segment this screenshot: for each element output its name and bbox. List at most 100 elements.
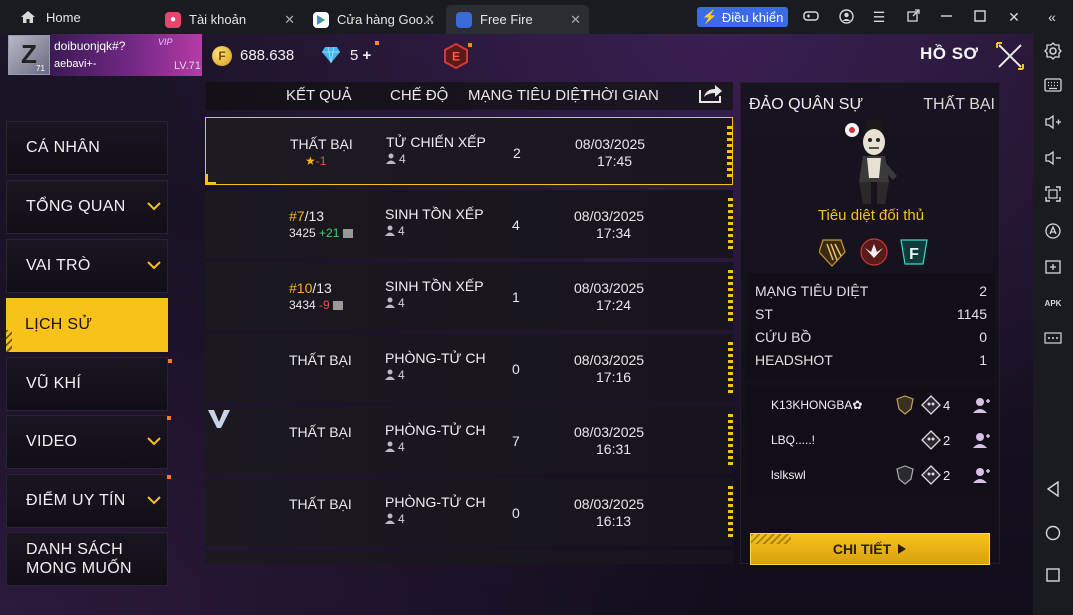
player-clan: aebavi+- [54, 58, 97, 70]
stat-value: 0 [979, 329, 987, 345]
match-row[interactable]: THẤT BẠI PHÒNG-TỬ CHIẾN 4 7 08/03/2025 1… [205, 406, 733, 474]
menu-item-history[interactable]: LỊCH SỬ [6, 298, 172, 363]
keyboard-icon[interactable] [1043, 78, 1063, 98]
details-button[interactable]: CHI TIẾT [750, 533, 990, 565]
match-row[interactable]: THẤT BẠI PHÒNG-TỬ CHIẾN 4 0 08/03/2025 1… [205, 334, 733, 402]
teammate-row[interactable]: LBQ.....! 2 [771, 430, 991, 452]
match-result: THẤT BẠI [290, 136, 353, 152]
add-friend-icon[interactable] [971, 395, 991, 415]
add-friend-icon[interactable] [971, 430, 991, 450]
player-count: 4 [385, 440, 405, 454]
tab-play-store[interactable]: Cửa hàng Goo... ✕ [303, 5, 443, 34]
match-row[interactable]: THẤT BẠI PHÒNG-TỬ CHIẾN 4 0 08/03/2025 1… [205, 478, 733, 546]
tab-free-fire[interactable]: Free Fire ✕ [446, 5, 589, 34]
match-row-partial[interactable] [205, 550, 733, 564]
match-row[interactable]: #7/13 3425 +21 SINH TỒN XẾP HẠ 4 4 08/03… [205, 190, 733, 258]
teammate-row[interactable]: K13KHONGBA✿ 4 [771, 395, 991, 417]
add-friend-icon[interactable] [971, 465, 991, 485]
person-icon [385, 297, 395, 308]
minimize-icon[interactable] [938, 9, 954, 25]
share-icon[interactable] [698, 82, 724, 104]
star-delta: -1 [315, 154, 327, 168]
menu-item-wishlist[interactable]: DANH SÁCH MONG MUỐN [6, 532, 168, 586]
menu-item-overview[interactable]: TỔNG QUAN [6, 180, 168, 234]
add-window-icon[interactable] [1043, 258, 1063, 278]
skull-kill-icon [921, 430, 941, 450]
collapse-sidebar-icon[interactable]: « [1044, 9, 1060, 25]
match-placement: #7/13 [289, 208, 324, 224]
stat-value: 1145 [956, 306, 987, 322]
close-tab-icon[interactable]: ✕ [424, 12, 435, 28]
volume-down-icon[interactable] [1043, 150, 1063, 170]
teammate-row[interactable]: lslkswl 2 [771, 465, 991, 487]
badge-teal-f-icon: F [900, 239, 928, 265]
stat-label: HEADSHOT [755, 352, 833, 368]
gamepad-icon[interactable] [803, 9, 819, 25]
account-app-icon: ● [165, 11, 181, 28]
kill-count: 4 [512, 217, 520, 233]
button-hatch [751, 534, 791, 544]
points-detail-icon[interactable] [342, 229, 353, 238]
emulator-tab-bar: Home ● Tài khoản ✕ Cửa hàng Goo... ✕ Fre… [0, 0, 1073, 34]
menu-item-label-line2: MONG MUỐN [26, 560, 132, 577]
match-time: 17:45 [597, 153, 633, 169]
player-namecard[interactable]: doibuonjqk#? aebavi+- VIP LV.71 [50, 34, 202, 76]
player-count-value: 4 [398, 296, 405, 310]
back-icon[interactable] [1043, 480, 1063, 501]
rank-badge-icon [896, 395, 914, 415]
match-row[interactable]: THẤT BẠI ★-1 TỬ CHIẾN XẾP HẠ 4 2 08/03/2… [205, 117, 733, 185]
player-name: doibuonjqk#? [54, 39, 126, 53]
volume-up-icon[interactable] [1043, 114, 1063, 134]
points-detail-icon[interactable] [333, 301, 344, 310]
maximize-icon[interactable] [972, 9, 988, 25]
play-store-icon [313, 11, 329, 28]
menu-item-roles[interactable]: VAI TRÒ [6, 239, 168, 293]
rank-points: 3434 -9 [289, 298, 344, 312]
menu-item-reputation[interactable]: ĐIỂM UY TÍN [6, 474, 171, 528]
player-count: 4 [385, 224, 405, 238]
auto-icon[interactable] [1043, 222, 1063, 242]
stat-row: HEADSHOT 1 [755, 352, 987, 368]
person-icon [385, 369, 395, 380]
rank-delta: -9 [319, 298, 330, 312]
menu-item-label: TỔNG QUAN [26, 198, 126, 215]
close-tab-icon[interactable]: ✕ [570, 12, 581, 28]
close-window-icon[interactable]: ✕ [1006, 9, 1022, 25]
rank-score: 3434 [289, 298, 316, 312]
kill-count: 1 [512, 289, 520, 305]
menu-item-video[interactable]: VIDEO [6, 415, 171, 469]
teammate-name: LBQ.....! [771, 433, 816, 447]
control-button[interactable]: ⚡ Điều khiển [697, 7, 788, 27]
match-row[interactable]: #10/13 3434 -9 SINH TỒN XẾP HẠ 4 1 08/03… [205, 262, 733, 330]
apk-install-icon[interactable]: APK [1043, 294, 1063, 314]
menu-icon[interactable]: ☰ [871, 9, 887, 25]
stat-value: 1 [979, 352, 987, 368]
home-tab[interactable]: Home [0, 0, 150, 34]
recent-apps-icon[interactable] [1043, 568, 1063, 588]
account-circle-icon[interactable] [838, 9, 854, 25]
match-detail-panel: ĐẢO QUÂN SỰ THẤT BẠI Tiêu diệt đối thủ F… [740, 82, 1000, 564]
menu-item-weapons[interactable]: VŨ KHÍ [6, 357, 168, 411]
add-diamond-icon[interactable]: + [363, 47, 372, 64]
home-circle-icon[interactable] [1043, 525, 1063, 545]
free-fire-app-icon [456, 11, 472, 28]
menu-item-label: CÁ NHÂN [26, 139, 101, 156]
more-options-icon[interactable] [1043, 330, 1063, 350]
elite-pass-badge[interactable]: E [443, 43, 469, 69]
notification-dot [167, 475, 171, 479]
menu-item-label: VAI TRÒ [26, 257, 91, 274]
player-count: 4 [385, 296, 405, 310]
close-tab-icon[interactable]: ✕ [284, 12, 295, 28]
menu-item-personal[interactable]: CÁ NHÂN [6, 121, 168, 175]
chevron-down-icon [147, 437, 161, 446]
tab-account[interactable]: ● Tài khoản ✕ [155, 5, 303, 34]
pop-out-icon[interactable] [905, 9, 921, 25]
match-date: 08/03/2025 [574, 424, 645, 440]
play-arrow-icon [898, 544, 907, 554]
screenshot-crop-icon[interactable] [1043, 186, 1063, 206]
settings-icon[interactable] [1043, 42, 1063, 62]
close-icon[interactable] [996, 42, 1024, 70]
match-mode: PHÒNG-TỬ CHIẾN [385, 494, 485, 510]
skull-kill-icon [921, 465, 941, 485]
match-placement: #10/13 [289, 280, 332, 296]
